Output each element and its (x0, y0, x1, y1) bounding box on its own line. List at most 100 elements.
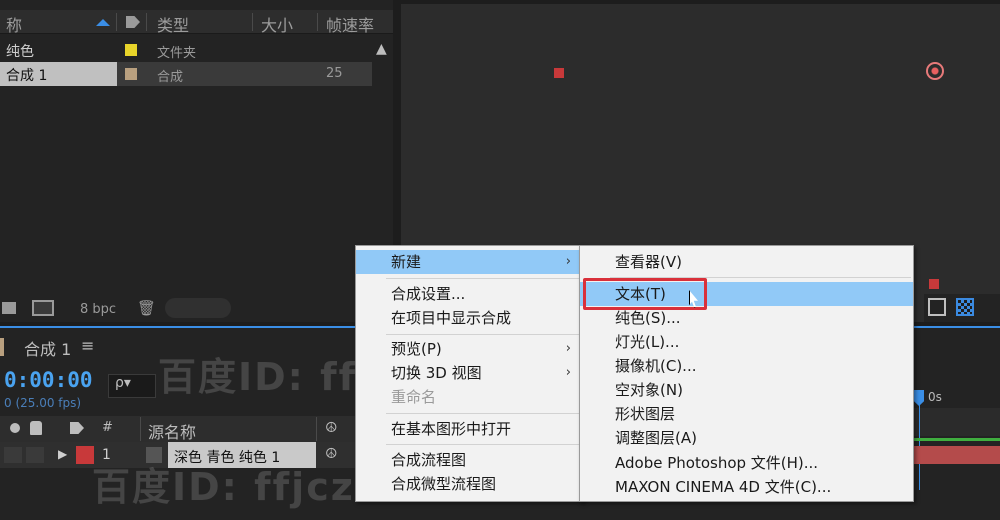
tab-menu-icon[interactable]: ≡ (81, 336, 94, 355)
sort-ascending-icon[interactable] (96, 19, 110, 26)
viewer-toolbar (924, 294, 1000, 322)
submenu-item-photoshop-file[interactable]: Adobe Photoshop 文件(H)... (580, 451, 913, 475)
column-type[interactable]: 类型 (157, 12, 189, 36)
solo-toggle[interactable] (26, 447, 44, 463)
menu-item-label: 空对象(N) (615, 381, 683, 399)
menu-item-reveal-in-project[interactable]: 在项目中显示合成 (356, 306, 583, 330)
menu-item-switch-3d-view[interactable]: 切换 3D 视图 › (356, 361, 583, 385)
menu-item-label: 新建 (391, 253, 422, 271)
menu-item-label: 灯光(L)... (615, 333, 680, 351)
new-composition-icon[interactable] (32, 300, 54, 316)
menu-item-label: 查看器(V) (615, 253, 682, 271)
menu-item-rename: 重命名 (356, 385, 583, 409)
submenu-item-adjustment-layer[interactable]: 调整图层(A) (580, 426, 913, 450)
new-folder-icon[interactable] (2, 302, 16, 314)
transparency-grid-icon[interactable] (956, 298, 974, 316)
item-name: 纯色 (6, 44, 34, 60)
menu-item-label: 合成微型流程图 (391, 475, 497, 493)
scroll-thumb[interactable] (165, 298, 231, 318)
menu-item-label: MAXON CINEMA 4D 文件(C)... (615, 478, 832, 496)
label-color-swatch[interactable] (125, 44, 137, 56)
menu-item-label: 调整图层(A) (615, 429, 697, 447)
trash-icon[interactable]: 🗑 (137, 299, 156, 317)
project-footer: 8 bpc 🗑 (0, 296, 393, 322)
region-of-interest-icon[interactable] (928, 298, 946, 316)
target-crosshair-icon[interactable] (926, 62, 944, 80)
menu-item-preview[interactable]: 预览(P) › (356, 337, 583, 361)
project-item-row-selected[interactable]: 合成 1 合成 25 (0, 62, 372, 86)
submenu-arrow-icon: › (565, 365, 571, 380)
video-toggle[interactable] (4, 447, 22, 463)
tab-color-chip (0, 338, 4, 356)
column-fps[interactable]: 帧速率 (326, 12, 374, 36)
watermark-text: 百度ID: ffjczr (92, 465, 376, 509)
menu-separator (386, 278, 581, 279)
submenu-item-null-object[interactable]: 空对象(N) (580, 378, 913, 402)
submenu-item-shape-layer[interactable]: 形状图层 (580, 402, 913, 426)
column-index[interactable]: # (102, 420, 113, 435)
menu-item-label: 形状图层 (615, 405, 676, 423)
submenu-arrow-icon: › (565, 341, 571, 356)
column-divider[interactable] (146, 13, 147, 31)
time-navigator[interactable] (914, 408, 1000, 436)
lock-icon[interactable] (30, 421, 42, 435)
submenu-item-light[interactable]: 灯光(L)... (580, 330, 913, 354)
menu-item-composition-flowchart[interactable]: 合成流程图 (356, 448, 583, 472)
item-name: 合成 1 (6, 68, 48, 84)
project-column-header: 称 类型 大小 帧速率 (0, 10, 393, 36)
menu-item-label: 在项目中显示合成 (391, 309, 512, 327)
menu-item-new[interactable]: 新建 › (356, 250, 583, 274)
menu-item-label: 切换 3D 视图 (391, 364, 482, 382)
column-divider[interactable] (140, 417, 141, 441)
ruler-start-label: 0s (928, 390, 942, 404)
label-tag-icon[interactable] (126, 16, 140, 28)
menu-item-label: 摄像机(C)... (615, 357, 697, 375)
work-area-bar[interactable] (914, 438, 1000, 441)
layer-anchor-handle[interactable] (554, 68, 564, 78)
frame-rate-label: 0 (25.00 fps) (4, 396, 82, 410)
column-size[interactable]: 大小 (261, 12, 293, 36)
menu-item-composition-settings[interactable]: 合成设置... (356, 282, 583, 306)
context-menu: 新建 › 合成设置... 在项目中显示合成 预览(P) › 切换 3D 视图 ›… (355, 245, 584, 502)
search-icon: ρ▾ (115, 375, 131, 391)
submenu-item-viewer[interactable]: 查看器(V) (580, 250, 913, 274)
timeline-tab-label: 合成 1 (24, 340, 72, 359)
column-divider[interactable] (316, 417, 317, 441)
submenu-item-camera[interactable]: 摄像机(C)... (580, 354, 913, 378)
label-color-swatch[interactable] (125, 68, 137, 80)
layer-column-header: # 源名称 ☮ (0, 416, 356, 442)
bit-depth-label[interactable]: 8 bpc (80, 302, 116, 317)
item-type: 文件夹 (157, 46, 197, 61)
current-timecode[interactable]: 0:00:00 (4, 368, 93, 392)
switches-icon[interactable]: ☮ (325, 420, 338, 436)
menu-item-label: 合成流程图 (391, 451, 467, 469)
project-item-row[interactable]: 纯色 文件夹 (0, 38, 372, 62)
menu-item-label: 重命名 (391, 388, 437, 406)
flowchart-icon[interactable]: ▲ (376, 41, 387, 57)
highlight-annotation-box (583, 278, 707, 310)
column-divider[interactable] (116, 13, 117, 31)
menu-item-label: 合成设置... (391, 285, 466, 303)
layer-anchor-handle[interactable] (929, 279, 939, 289)
column-divider[interactable] (317, 13, 318, 31)
menu-separator (386, 334, 581, 335)
visibility-icon[interactable] (10, 423, 20, 433)
submenu-arrow-icon: › (565, 254, 571, 269)
column-name[interactable]: 称 (6, 12, 22, 36)
item-fps: 25 (326, 66, 343, 81)
menu-item-label: 预览(P) (391, 340, 442, 358)
label-tag-icon[interactable] (70, 422, 84, 434)
menu-item-label: 在基本图形中打开 (391, 420, 512, 438)
layer-duration-bar[interactable] (914, 446, 1000, 464)
column-divider[interactable] (252, 13, 253, 31)
menu-separator (386, 444, 581, 445)
project-panel: 称 类型 大小 帧速率 纯色 文件夹 合成 1 合成 25 ▲ 8 bpc 🗑 (0, 0, 393, 322)
menu-item-label: Adobe Photoshop 文件(H)... (615, 454, 819, 472)
submenu-item-cinema4d-file[interactable]: MAXON CINEMA 4D 文件(C)... (580, 475, 913, 499)
column-source-name[interactable]: 源名称 (148, 419, 196, 443)
menu-item-open-in-essential-graphics[interactable]: 在基本图形中打开 (356, 417, 583, 441)
layer-search-input[interactable]: ρ▾ (108, 374, 156, 398)
expand-triangle-icon[interactable]: ▶ (58, 447, 67, 461)
menu-item-mini-flowchart[interactable]: 合成微型流程图 (356, 472, 583, 496)
menu-item-label: 纯色(S)... (615, 309, 681, 327)
